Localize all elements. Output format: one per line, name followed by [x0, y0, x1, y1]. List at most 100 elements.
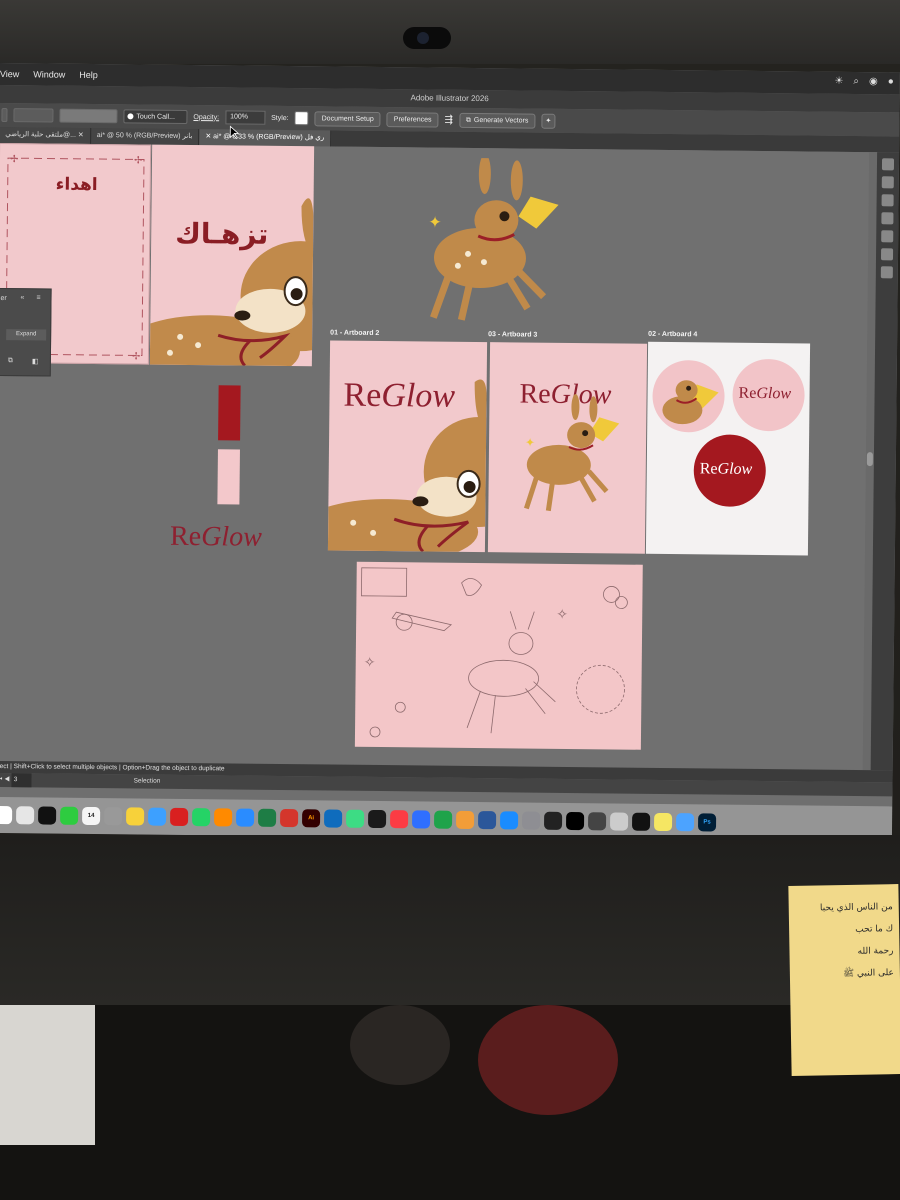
dock-app-excel[interactable]: [258, 808, 277, 827]
dock-app-notes[interactable]: [126, 807, 145, 826]
brush-dot-icon: [127, 113, 134, 120]
first-artboard-icon[interactable]: ⏮: [0, 776, 2, 783]
dock-app-whatsapp[interactable]: [192, 808, 211, 827]
dock-app-acrobat[interactable]: [280, 808, 299, 828]
pathfinder-icon[interactable]: ⧉: [8, 357, 13, 365]
color-icon[interactable]: [880, 266, 893, 279]
tab-document-1[interactable]: ملتقى حلبة الرياضي@... ✕: [0, 126, 91, 144]
svg-text:✦: ✦: [428, 214, 442, 231]
logo-sticker-pink: ReGlow: [732, 358, 805, 432]
control-center-icon[interactable]: ◉: [869, 76, 878, 87]
opacity-field[interactable]: 100%: [225, 110, 266, 125]
floating-panel[interactable]: er « ≡ Expand ⧉ ◧: [0, 287, 52, 377]
siri-icon[interactable]: ●: [888, 76, 894, 87]
dock-app-cricut[interactable]: [16, 806, 35, 825]
dock-app-tab[interactable]: [587, 812, 607, 831]
artboard-canvas[interactable]: ✢ ✢ ✢ ✢ اهداء er « ≡ Expand ⧉ ◧ تزهـاك: [0, 125, 878, 771]
dock-app-music[interactable]: [390, 810, 409, 829]
photo-frame: View Window Help ☀ ⌕ ◉ ● Adobe Illustrat…: [0, 0, 900, 1200]
dock-app-keynote[interactable]: [412, 810, 431, 829]
dock-app-setapp[interactable]: [214, 808, 233, 827]
scroll-thumb[interactable]: [866, 452, 873, 467]
brightness-icon[interactable]: ☀: [834, 76, 843, 87]
libraries-icon[interactable]: [881, 194, 894, 207]
symbols-icon[interactable]: [880, 248, 894, 261]
dock-app-outlook[interactable]: [324, 809, 343, 828]
dock-app-pages[interactable]: [456, 810, 475, 830]
dock-app-mango[interactable]: [631, 812, 651, 831]
dock-app-calendar[interactable]: 14: [82, 806, 101, 826]
properties-icon[interactable]: [881, 158, 895, 171]
sticky-note: من الناس الذي يحبا ك ما تحب رحمة الله عل…: [788, 884, 900, 1076]
tab-document-2[interactable]: ai* @ 50 % (RGB/Preview) بانر: [90, 127, 200, 146]
dock-app-capcut[interactable]: [38, 806, 57, 825]
brush-dropdown[interactable]: Touch Call...: [123, 109, 188, 124]
opacity-label: Opacity:: [193, 113, 220, 121]
menu-window[interactable]: Window: [33, 69, 65, 79]
brand-re: Re: [169, 520, 202, 553]
dock-app-opera[interactable]: [170, 807, 189, 827]
desk-sticker-face: [350, 1005, 450, 1085]
brand-re: Re: [738, 384, 757, 402]
svg-text:✢: ✢: [10, 154, 19, 165]
deer-illustration: ✦: [523, 394, 620, 512]
dock-app-facetime[interactable]: [60, 806, 79, 825]
preferences-button[interactable]: Preferences: [386, 111, 439, 128]
layers-icon[interactable]: [881, 176, 894, 189]
dock-app-contacts[interactable]: [104, 807, 123, 826]
dock-app-chrome[interactable]: [0, 805, 13, 825]
dock-app-safari[interactable]: [236, 808, 255, 827]
dock-app-illustrator[interactable]: Ai: [302, 809, 321, 828]
dock-app-stickies[interactable]: [653, 812, 673, 832]
dock-app-tiktok[interactable]: [565, 811, 585, 831]
sticky-line-4: على النبي ﷺ: [843, 968, 894, 980]
dock-app-freeform[interactable]: [148, 807, 167, 826]
menu-help[interactable]: Help: [79, 70, 98, 80]
style-label: Style:: [271, 114, 289, 122]
artboard-4[interactable]: ReGlow ReGlow: [645, 341, 811, 556]
tool-name: Selection: [133, 777, 161, 785]
arrange-icon[interactable]: ⇶: [444, 114, 453, 125]
swatch-red[interactable]: [218, 385, 241, 441]
brand-logo: ReGlow: [700, 460, 753, 479]
artboard-3[interactable]: ReGlow ✦: [487, 342, 648, 554]
desk-surface: [0, 1005, 900, 1200]
dock-app-finder[interactable]: [675, 813, 695, 832]
tab-document-3[interactable]: ✕ ai* @ 8.33 % (RGB/Preview) ري فل: [199, 129, 332, 147]
dock-app-system-settings[interactable]: [522, 811, 541, 830]
dock-app-screenshot[interactable]: [609, 812, 629, 831]
generate-icon: ⧉: [465, 116, 471, 124]
swatch-pink[interactable]: [217, 449, 240, 505]
panel-menu-icon[interactable]: ≡: [37, 294, 41, 301]
swatches-icon[interactable]: [881, 212, 894, 225]
svg-text:✢: ✢: [134, 155, 143, 166]
deer-sticker: [652, 359, 725, 433]
dock-app-claquette[interactable]: [368, 809, 387, 829]
stroke-weight-field[interactable]: [13, 108, 54, 123]
previous-artboard-icon[interactable]: ◀: [4, 776, 10, 783]
brand-glow: Glow: [756, 384, 792, 403]
dock-app-figma[interactable]: [544, 811, 563, 830]
style-swatch[interactable]: [294, 111, 309, 126]
dock-app-android[interactable]: [346, 809, 365, 828]
search-icon[interactable]: ⌕: [853, 76, 859, 87]
menu-view[interactable]: View: [0, 69, 19, 79]
dock-app-app-store[interactable]: [500, 811, 519, 830]
brushes-icon[interactable]: [881, 230, 894, 243]
dock-app-photoshop[interactable]: Ps: [697, 813, 717, 832]
artboard-pattern[interactable]: ✧ ✧: [354, 561, 643, 750]
document-setup-button[interactable]: Document Setup: [314, 110, 381, 127]
collapse-icon[interactable]: «: [21, 294, 25, 301]
artboard-number-field[interactable]: 3: [11, 773, 32, 788]
selector-stub[interactable]: [1, 108, 8, 123]
dock-app-numbers[interactable]: [434, 810, 453, 829]
brand-logo: ReGlow: [170, 521, 262, 554]
ai-sparkle-button[interactable]: ✦: [541, 113, 556, 129]
generate-vectors-button[interactable]: ⧉ Generate Vectors: [458, 112, 536, 129]
variable-width-field[interactable]: [59, 108, 118, 124]
dock-app-word[interactable]: [478, 811, 497, 830]
pathfinder-icon[interactable]: ◧: [32, 357, 39, 365]
artboard-banner[interactable]: تزهـاك: [149, 144, 315, 367]
expand-button[interactable]: Expand: [6, 329, 47, 341]
artboard-2[interactable]: ReGlow: [327, 340, 488, 553]
